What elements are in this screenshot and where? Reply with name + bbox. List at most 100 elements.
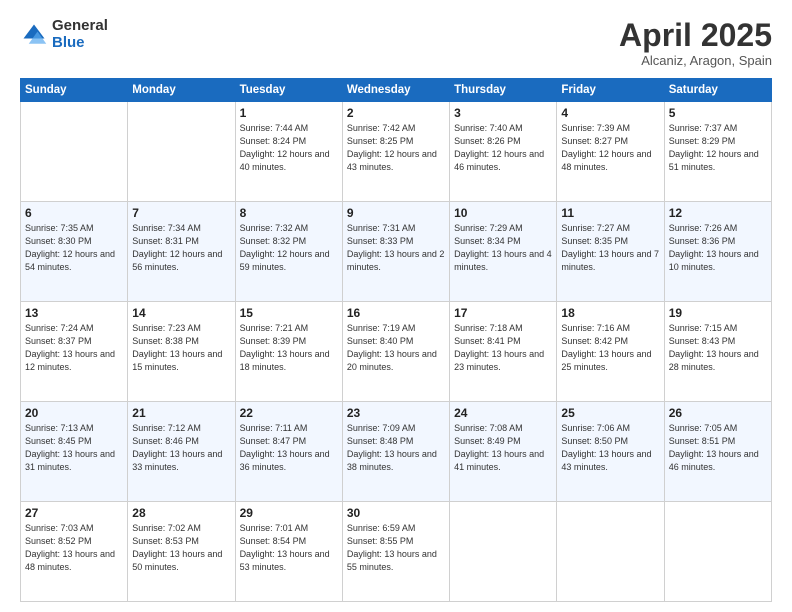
table-row: 23 Sunrise: 7:09 AM Sunset: 8:48 PM Dayli… bbox=[342, 402, 449, 502]
table-row: 19Sunrise: 7:15 AM Sunset: 8:43 PM Dayli… bbox=[664, 302, 771, 402]
table-row: 24 Sunrise: 7:08 AM Sunset: 8:49 PM Dayli… bbox=[450, 402, 557, 502]
calendar-week-row: 1Sunrise: 7:44 AM Sunset: 8:24 PM Daylig… bbox=[21, 102, 772, 202]
logo: General Blue bbox=[20, 18, 108, 51]
logo-text: General Blue bbox=[52, 18, 108, 51]
table-row: 11 Sunrise: 7:27 AM Sunset: 8:35 PM Dayli… bbox=[557, 202, 664, 302]
day-number: 24 bbox=[454, 406, 552, 420]
day-number: 20 bbox=[25, 406, 123, 420]
calendar-week-row: 13 Sunrise: 7:24 AM Sunset: 8:37 PM Dayli… bbox=[21, 302, 772, 402]
day-number: 6 bbox=[25, 206, 123, 220]
calendar-table: Sunday Monday Tuesday Wednesday Thursday… bbox=[20, 78, 772, 602]
header-sunday: Sunday bbox=[21, 79, 128, 102]
day-number: 29 bbox=[240, 506, 338, 520]
table-row: 16 Sunrise: 7:19 AM Sunset: 8:40 PM Dayli… bbox=[342, 302, 449, 402]
table-row: 17 Sunrise: 7:18 AM Sunset: 8:41 PM Dayli… bbox=[450, 302, 557, 402]
table-row: 28 Sunrise: 7:02 AM Sunset: 8:53 PM Dayli… bbox=[128, 502, 235, 602]
day-number: 26 bbox=[669, 406, 767, 420]
calendar-week-row: 27 Sunrise: 7:03 AM Sunset: 8:52 PM Dayli… bbox=[21, 502, 772, 602]
weekday-header-row: Sunday Monday Tuesday Wednesday Thursday… bbox=[21, 79, 772, 102]
day-number: 15 bbox=[240, 306, 338, 320]
day-number: 30 bbox=[347, 506, 445, 520]
day-number: 12 bbox=[669, 206, 767, 220]
day-info-text: Sunrise: 7:31 AM Sunset: 8:33 PM Dayligh… bbox=[347, 222, 445, 274]
table-row bbox=[557, 502, 664, 602]
title-block: April 2025 Alcaniz, Aragon, Spain bbox=[619, 18, 772, 68]
table-row: 25 Sunrise: 7:06 AM Sunset: 8:50 PM Dayli… bbox=[557, 402, 664, 502]
day-number: 8 bbox=[240, 206, 338, 220]
day-info-text: Sunrise: 7:16 AM Sunset: 8:42 PM Dayligh… bbox=[561, 322, 659, 374]
header-wednesday: Wednesday bbox=[342, 79, 449, 102]
table-row bbox=[450, 502, 557, 602]
day-info-text: Sunrise: 7:06 AM Sunset: 8:50 PM Dayligh… bbox=[561, 422, 659, 474]
table-row: 15Sunrise: 7:21 AM Sunset: 8:39 PM Dayli… bbox=[235, 302, 342, 402]
header-saturday: Saturday bbox=[664, 79, 771, 102]
day-info-text: Sunrise: 7:18 AM Sunset: 8:41 PM Dayligh… bbox=[454, 322, 552, 374]
table-row: 1Sunrise: 7:44 AM Sunset: 8:24 PM Daylig… bbox=[235, 102, 342, 202]
table-row: 18 Sunrise: 7:16 AM Sunset: 8:42 PM Dayli… bbox=[557, 302, 664, 402]
day-info-text: Sunrise: 7:34 AM Sunset: 8:31 PM Dayligh… bbox=[132, 222, 230, 274]
day-number: 14 bbox=[132, 306, 230, 320]
table-row bbox=[664, 502, 771, 602]
day-number: 13 bbox=[25, 306, 123, 320]
day-number: 9 bbox=[347, 206, 445, 220]
table-row: 2 Sunrise: 7:42 AM Sunset: 8:25 PM Daylig… bbox=[342, 102, 449, 202]
day-number: 4 bbox=[561, 106, 659, 120]
day-info-text: Sunrise: 7:11 AM Sunset: 8:47 PM Dayligh… bbox=[240, 422, 338, 474]
table-row: 27 Sunrise: 7:03 AM Sunset: 8:52 PM Dayli… bbox=[21, 502, 128, 602]
day-number: 25 bbox=[561, 406, 659, 420]
table-row: 8 Sunrise: 7:32 AM Sunset: 8:32 PM Daylig… bbox=[235, 202, 342, 302]
day-info-text: Sunrise: 7:32 AM Sunset: 8:32 PM Dayligh… bbox=[240, 222, 338, 274]
day-number: 11 bbox=[561, 206, 659, 220]
day-number: 1 bbox=[240, 106, 338, 120]
header-tuesday: Tuesday bbox=[235, 79, 342, 102]
day-number: 27 bbox=[25, 506, 123, 520]
table-row: 3Sunrise: 7:40 AM Sunset: 8:26 PM Daylig… bbox=[450, 102, 557, 202]
day-number: 18 bbox=[561, 306, 659, 320]
table-row: 12 Sunrise: 7:26 AM Sunset: 8:36 PM Dayli… bbox=[664, 202, 771, 302]
table-row: 7 Sunrise: 7:34 AM Sunset: 8:31 PM Daylig… bbox=[128, 202, 235, 302]
table-row: 5Sunrise: 7:37 AM Sunset: 8:29 PM Daylig… bbox=[664, 102, 771, 202]
calendar-week-row: 6 Sunrise: 7:35 AM Sunset: 8:30 PM Daylig… bbox=[21, 202, 772, 302]
header-friday: Friday bbox=[557, 79, 664, 102]
day-info-text: Sunrise: 7:42 AM Sunset: 8:25 PM Dayligh… bbox=[347, 122, 445, 174]
day-info-text: Sunrise: 6:59 AM Sunset: 8:55 PM Dayligh… bbox=[347, 522, 445, 574]
day-info-text: Sunrise: 7:09 AM Sunset: 8:48 PM Dayligh… bbox=[347, 422, 445, 474]
month-title: April 2025 bbox=[619, 18, 772, 53]
day-info-text: Sunrise: 7:02 AM Sunset: 8:53 PM Dayligh… bbox=[132, 522, 230, 574]
day-info-text: Sunrise: 7:39 AM Sunset: 8:27 PM Dayligh… bbox=[561, 122, 659, 174]
table-row: 22 Sunrise: 7:11 AM Sunset: 8:47 PM Dayli… bbox=[235, 402, 342, 502]
header-monday: Monday bbox=[128, 79, 235, 102]
table-row: 14Sunrise: 7:23 AM Sunset: 8:38 PM Dayli… bbox=[128, 302, 235, 402]
day-info-text: Sunrise: 7:24 AM Sunset: 8:37 PM Dayligh… bbox=[25, 322, 123, 374]
day-number: 17 bbox=[454, 306, 552, 320]
day-info-text: Sunrise: 7:03 AM Sunset: 8:52 PM Dayligh… bbox=[25, 522, 123, 574]
logo-icon bbox=[20, 21, 48, 49]
table-row: 26 Sunrise: 7:05 AM Sunset: 8:51 PM Dayli… bbox=[664, 402, 771, 502]
table-row: 30 Sunrise: 6:59 AM Sunset: 8:55 PM Dayli… bbox=[342, 502, 449, 602]
table-row bbox=[21, 102, 128, 202]
day-info-text: Sunrise: 7:26 AM Sunset: 8:36 PM Dayligh… bbox=[669, 222, 767, 274]
table-row bbox=[128, 102, 235, 202]
day-info-text: Sunrise: 7:05 AM Sunset: 8:51 PM Dayligh… bbox=[669, 422, 767, 474]
day-number: 23 bbox=[347, 406, 445, 420]
table-row: 9 Sunrise: 7:31 AM Sunset: 8:33 PM Daylig… bbox=[342, 202, 449, 302]
day-number: 16 bbox=[347, 306, 445, 320]
day-info-text: Sunrise: 7:27 AM Sunset: 8:35 PM Dayligh… bbox=[561, 222, 659, 274]
day-number: 22 bbox=[240, 406, 338, 420]
table-row: 4 Sunrise: 7:39 AM Sunset: 8:27 PM Daylig… bbox=[557, 102, 664, 202]
day-number: 7 bbox=[132, 206, 230, 220]
day-info-text: Sunrise: 7:35 AM Sunset: 8:30 PM Dayligh… bbox=[25, 222, 123, 274]
calendar-week-row: 20Sunrise: 7:13 AM Sunset: 8:45 PM Dayli… bbox=[21, 402, 772, 502]
header-thursday: Thursday bbox=[450, 79, 557, 102]
day-number: 21 bbox=[132, 406, 230, 420]
day-info-text: Sunrise: 7:01 AM Sunset: 8:54 PM Dayligh… bbox=[240, 522, 338, 574]
table-row: 6 Sunrise: 7:35 AM Sunset: 8:30 PM Daylig… bbox=[21, 202, 128, 302]
day-info-text: Sunrise: 7:19 AM Sunset: 8:40 PM Dayligh… bbox=[347, 322, 445, 374]
header: General Blue April 2025 Alcaniz, Aragon,… bbox=[20, 18, 772, 68]
day-number: 2 bbox=[347, 106, 445, 120]
day-info-text: Sunrise: 7:08 AM Sunset: 8:49 PM Dayligh… bbox=[454, 422, 552, 474]
day-info-text: Sunrise: 7:37 AM Sunset: 8:29 PM Dayligh… bbox=[669, 122, 767, 174]
day-info-text: Sunrise: 7:29 AM Sunset: 8:34 PM Dayligh… bbox=[454, 222, 552, 274]
day-number: 28 bbox=[132, 506, 230, 520]
day-number: 3 bbox=[454, 106, 552, 120]
